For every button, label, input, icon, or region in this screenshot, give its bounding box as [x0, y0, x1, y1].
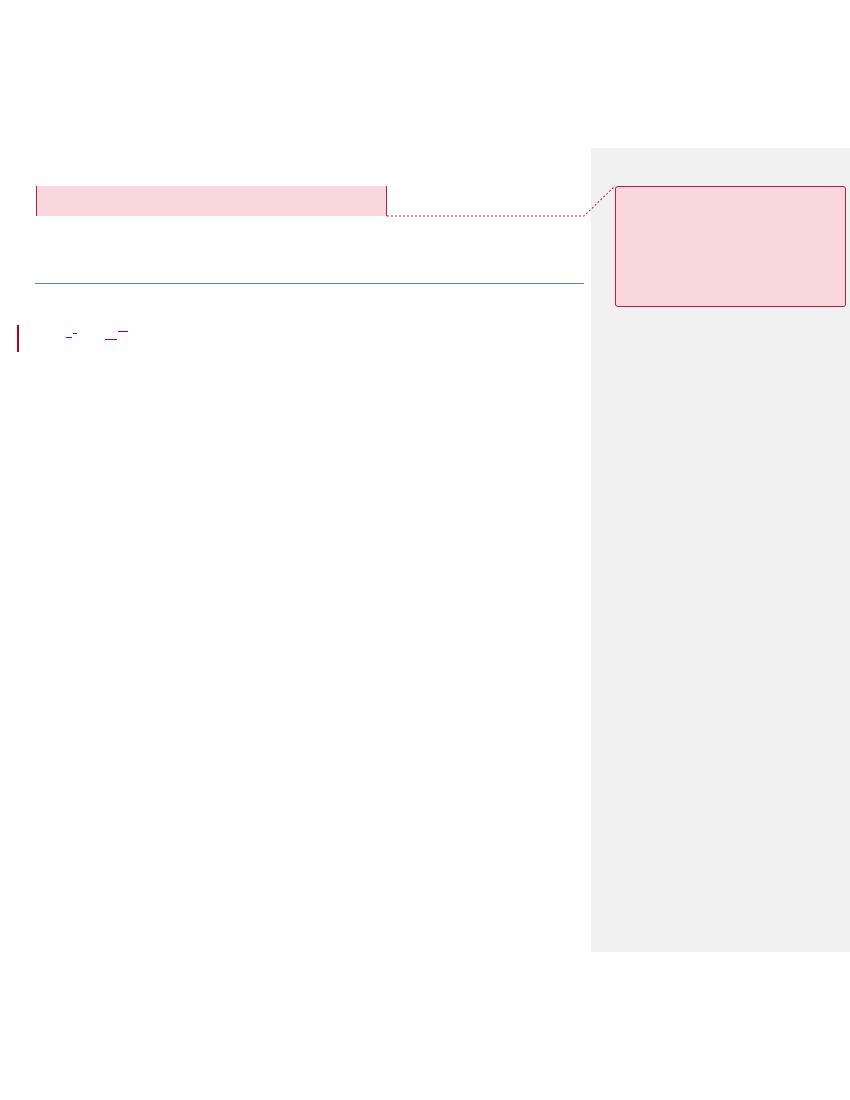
document-page — [0, 0, 850, 1100]
comment-balloon[interactable] — [615, 186, 846, 307]
commented-text — [37, 186, 386, 198]
comment-text — [616, 187, 845, 195]
revision-mark — [118, 331, 128, 332]
horizontal-rule — [35, 283, 584, 284]
revision-mark — [73, 333, 77, 334]
commented-text-range[interactable] — [36, 186, 387, 216]
change-bar — [17, 325, 19, 352]
revision-mark — [105, 339, 117, 340]
revision-mark — [66, 337, 72, 338]
